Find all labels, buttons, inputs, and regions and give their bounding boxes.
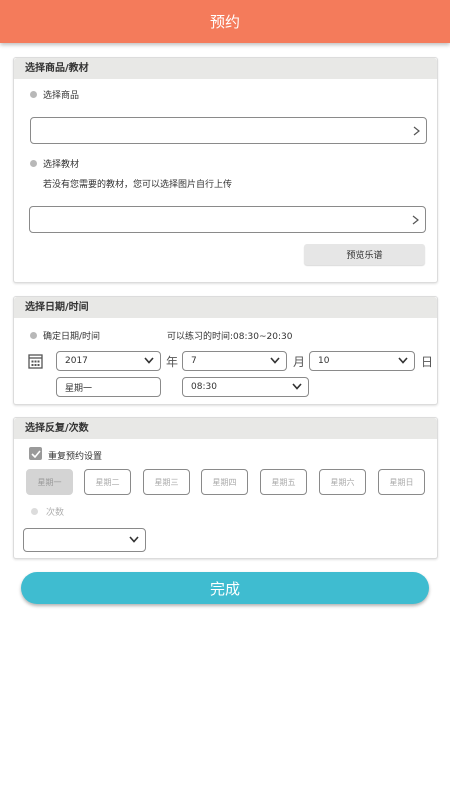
chevron-down-icon: [270, 357, 280, 364]
chevron-down-icon: [292, 383, 302, 390]
weekday-display: 星期一: [56, 377, 161, 397]
material-radio-label: 选择教材: [43, 160, 80, 170]
available-time-text: 可以练习的时间:08:30~20:30: [167, 332, 293, 342]
month-unit: 月: [293, 355, 306, 369]
count-radio[interactable]: [31, 508, 38, 515]
year-unit: 年: [166, 355, 179, 369]
section-title-datetime: 选择日期/时间: [14, 297, 437, 318]
material-radio[interactable]: [30, 160, 37, 167]
weekday-button-wed[interactable]: 星期三: [143, 469, 190, 495]
weekday-button-tue[interactable]: 星期二: [84, 469, 131, 495]
month-value: 7: [191, 356, 197, 366]
day-unit: 日: [421, 355, 434, 369]
confirm-datetime-label: 确定日期/时间: [43, 332, 101, 342]
material-select[interactable]: [29, 206, 426, 233]
weekday-button-fri[interactable]: 星期五: [260, 469, 307, 495]
section-title-repeat: 选择反复/次数: [14, 418, 437, 439]
product-radio-label: 选择商品: [43, 91, 80, 101]
date-time-card: 选择日期/时间 确定日期/时间 可以练习的时间:08:30~20:30 2017…: [13, 296, 438, 405]
weekday-button-thu[interactable]: 星期四: [201, 469, 248, 495]
chevron-right-icon: [413, 126, 420, 135]
day-dropdown[interactable]: 10: [309, 351, 415, 371]
year-value: 2017: [65, 356, 88, 366]
chevron-down-icon: [398, 357, 408, 364]
year-dropdown[interactable]: 2017: [56, 351, 161, 371]
section-title-product: 选择商品/教材: [14, 58, 437, 79]
calendar-icon[interactable]: [28, 353, 43, 369]
repeat-count-card: 选择反复/次数 重复预约设置 星期一 星期二 星期三 星期四 星期五 星期六 星…: [13, 417, 438, 559]
product-material-card: 选择商品/教材 选择商品 选择教材 若没有您需要的教材，您可以选择图片自行上传 …: [13, 57, 438, 283]
chevron-down-icon: [144, 357, 154, 364]
time-value: 08:30: [191, 382, 217, 392]
chevron-down-icon: [129, 536, 139, 543]
weekday-value: 星期一: [65, 383, 93, 394]
repeat-checkbox[interactable]: [29, 447, 42, 460]
page-title: 预约: [209, 13, 240, 31]
day-value: 10: [318, 356, 330, 366]
product-select[interactable]: [30, 117, 427, 144]
confirm-datetime-radio[interactable]: [30, 332, 37, 339]
weekday-button-sat[interactable]: 星期六: [319, 469, 366, 495]
count-dropdown[interactable]: [23, 528, 146, 552]
upload-hint: 若没有您需要的教材，您可以选择图片自行上传: [43, 180, 233, 190]
weekday-button-mon[interactable]: 星期一: [26, 469, 73, 495]
header-bar: 预约: [0, 0, 450, 43]
time-dropdown[interactable]: 08:30: [182, 377, 309, 397]
month-dropdown[interactable]: 7: [182, 351, 287, 371]
product-radio[interactable]: [30, 91, 37, 98]
weekday-button-sun[interactable]: 星期日: [378, 469, 425, 495]
done-button[interactable]: 完成: [21, 572, 429, 604]
preview-score-button[interactable]: 预览乐谱: [304, 244, 425, 265]
check-icon: [30, 449, 41, 458]
chevron-right-icon: [412, 215, 419, 224]
count-radio-label: 次数: [46, 508, 65, 518]
repeat-label: 重复预约设置: [48, 452, 103, 462]
